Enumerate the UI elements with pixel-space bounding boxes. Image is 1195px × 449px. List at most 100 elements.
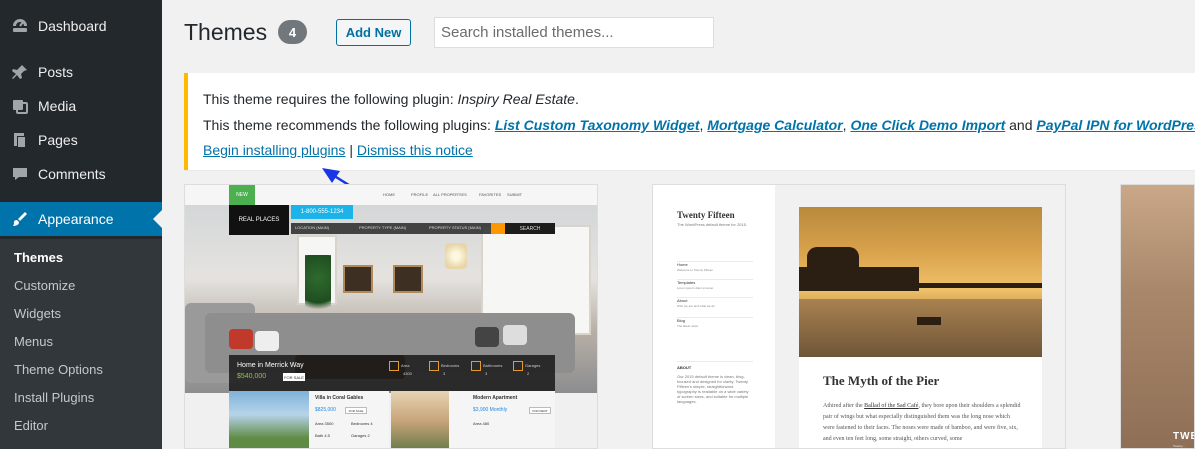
theme-card-real-places[interactable]: HOME PROFILE ALL PROPERTIES FAVORITES SU… xyxy=(184,184,598,449)
pages-icon xyxy=(10,130,30,150)
menu-label: Pages xyxy=(38,132,78,148)
plugin-link-paypal-ipn[interactable]: PayPal IPN for WordPress xyxy=(1036,117,1195,133)
filter-toggle xyxy=(491,223,505,234)
submenu-widgets[interactable]: Widgets xyxy=(14,306,61,321)
menu-label: Appearance xyxy=(38,211,114,227)
notice-text: . xyxy=(574,91,579,107)
stat-label: Bathrooms xyxy=(483,363,503,369)
featured-property: Home in Merrick Way $540,000 FOR SALE Ar… xyxy=(229,355,555,391)
theme-card-partial[interactable]: TWE Twenty... xyxy=(1120,184,1195,449)
media-icon xyxy=(10,96,30,116)
lamp xyxy=(445,243,467,269)
menu-item-posts[interactable]: Posts xyxy=(0,55,162,89)
plant xyxy=(305,255,331,321)
menu-item-appearance[interactable]: Appearance xyxy=(0,202,162,236)
menu-item-pages[interactable]: Pages xyxy=(0,123,162,157)
dashboard-icon xyxy=(10,16,30,36)
tf-nav-item: Templates Lorem ipsum dolor sit amet xyxy=(677,279,753,290)
filter-location: LOCATION (MAIN) xyxy=(295,225,329,230)
notice-recommended-line: This theme recommends the following plug… xyxy=(203,117,1195,133)
stat-label: Garages xyxy=(525,363,541,369)
notice-actions: Begin installing plugins | Dismiss this … xyxy=(203,142,473,158)
wall-art xyxy=(393,265,423,293)
tf-nav-label: Blog xyxy=(677,318,686,323)
notice-separator: and xyxy=(1005,117,1037,133)
sea xyxy=(799,299,1042,357)
theme-nav-item: HOME xyxy=(383,192,395,197)
menu-item-comments[interactable]: Comments xyxy=(0,157,162,191)
featured-price: $540,000 xyxy=(237,373,267,380)
tf-nav-item: About Who we are and what we do xyxy=(677,297,753,308)
listing-name: Villa in Coral Gables xyxy=(315,395,364,401)
tf-body-text: Athired after the xyxy=(823,403,865,409)
menu-label: Comments xyxy=(38,166,106,182)
featured-stat: Bedrooms 3 xyxy=(429,361,459,377)
plugin-notice: This theme requires the following plugin… xyxy=(184,73,1195,170)
listing-name: Modern Apartment xyxy=(473,395,518,401)
wall-art xyxy=(343,265,373,293)
listing-tag: FOR RENT xyxy=(529,407,551,414)
notice-required-line: This theme requires the following plugin… xyxy=(203,91,579,107)
theme-search-button: SEARCH xyxy=(505,223,555,234)
menu-label: Dashboard xyxy=(38,18,107,34)
theme-card-twenty-fifteen[interactable]: Twenty Fifteen The WordPress default the… xyxy=(652,184,1066,449)
house-photo xyxy=(229,391,309,448)
dismiss-notice-link[interactable]: Dismiss this notice xyxy=(357,142,473,158)
menu-label: Posts xyxy=(38,64,74,80)
listing-price: $825,000 xyxy=(315,407,336,413)
listing-stat: Area 480 xyxy=(473,421,490,426)
required-plugin-name: Inspiry Real Estate xyxy=(457,91,575,107)
comment-icon xyxy=(10,164,30,184)
tf-nav-label: Home xyxy=(677,262,688,267)
apartment-photo xyxy=(391,391,449,448)
theme-screenshot: Twenty Fifteen The WordPress default the… xyxy=(653,185,1065,448)
tf-about-heading: ABOUT xyxy=(677,361,753,370)
garage-icon xyxy=(513,361,523,371)
submenu-install-plugins[interactable]: Install Plugins xyxy=(14,390,94,405)
pillow xyxy=(229,329,253,349)
begin-installing-plugins-link[interactable]: Begin installing plugins xyxy=(203,142,345,158)
notice-separator: | xyxy=(345,142,357,158)
pier-pavilion xyxy=(807,247,859,269)
listing-stat: Bedrooms 4 xyxy=(351,421,373,426)
submenu-editor[interactable]: Editor xyxy=(14,418,48,433)
tf-body-link: Ballad of the Sad Café xyxy=(864,403,919,409)
plugin-link-list-custom-taxonomy-widget[interactable]: List Custom Taxonomy Widget xyxy=(495,117,700,133)
pillow xyxy=(475,327,499,347)
area-icon xyxy=(389,361,399,371)
featured-tag: FOR SALE xyxy=(283,373,305,381)
appearance-submenu: Themes Customize Widgets Menus Theme Opt… xyxy=(0,239,162,449)
theme-nav-item: SUBMIT xyxy=(507,192,523,197)
submenu-customize[interactable]: Customize xyxy=(14,278,75,293)
stat-value: 2 xyxy=(527,371,530,376)
listing-price: $3,900 Monthly xyxy=(473,407,508,413)
pillow xyxy=(503,325,527,345)
admin-sidebar: Dashboard Posts Media Pages Comments App… xyxy=(0,0,162,449)
tf-nav-label: About xyxy=(677,298,688,303)
featured-stat: Area 4300 xyxy=(389,361,412,377)
tf-nav-desc: Who we are and what we do xyxy=(677,304,715,308)
plugin-link-mortgage-calculator[interactable]: Mortgage Calculator xyxy=(707,117,842,133)
pier-wreck xyxy=(917,317,941,325)
theme-card-sublabel: Twenty... xyxy=(1173,444,1185,448)
theme-nav-item: PROFILE xyxy=(411,192,429,197)
add-new-button[interactable]: Add New xyxy=(336,19,411,46)
plugin-link-one-click-demo-import[interactable]: One Click Demo Import xyxy=(850,117,1005,133)
menu-item-media[interactable]: Media xyxy=(0,89,162,123)
tf-sidebar: Twenty Fifteen The WordPress default the… xyxy=(653,185,775,448)
theme-screenshot xyxy=(1121,185,1194,448)
submenu-theme-options[interactable]: Theme Options xyxy=(14,362,103,377)
filter-type: PROPERTY TYPE (MAIN) xyxy=(359,225,407,230)
menu-item-dashboard[interactable]: Dashboard xyxy=(0,9,162,43)
theme-count-badge: 4 xyxy=(278,20,307,44)
submenu-themes[interactable]: Themes xyxy=(14,250,63,265)
tf-nav-item: Home Welcome to Twenty Fifteen xyxy=(677,261,753,272)
submenu-menus[interactable]: Menus xyxy=(14,334,53,349)
pier-walkway xyxy=(917,283,1042,288)
theme-screenshot: HOME PROFILE ALL PROPERTIES FAVORITES SU… xyxy=(185,185,597,448)
search-installed-themes-input[interactable] xyxy=(434,17,714,48)
menu-label: Media xyxy=(38,98,77,114)
featured-stat: Bathrooms 3 xyxy=(471,361,502,377)
theme-nav-item: ALL PROPERTIES xyxy=(433,192,467,197)
theme-search-filters: LOCATION (MAIN) PROPERTY TYPE (MAIN) PRO… xyxy=(291,223,491,234)
